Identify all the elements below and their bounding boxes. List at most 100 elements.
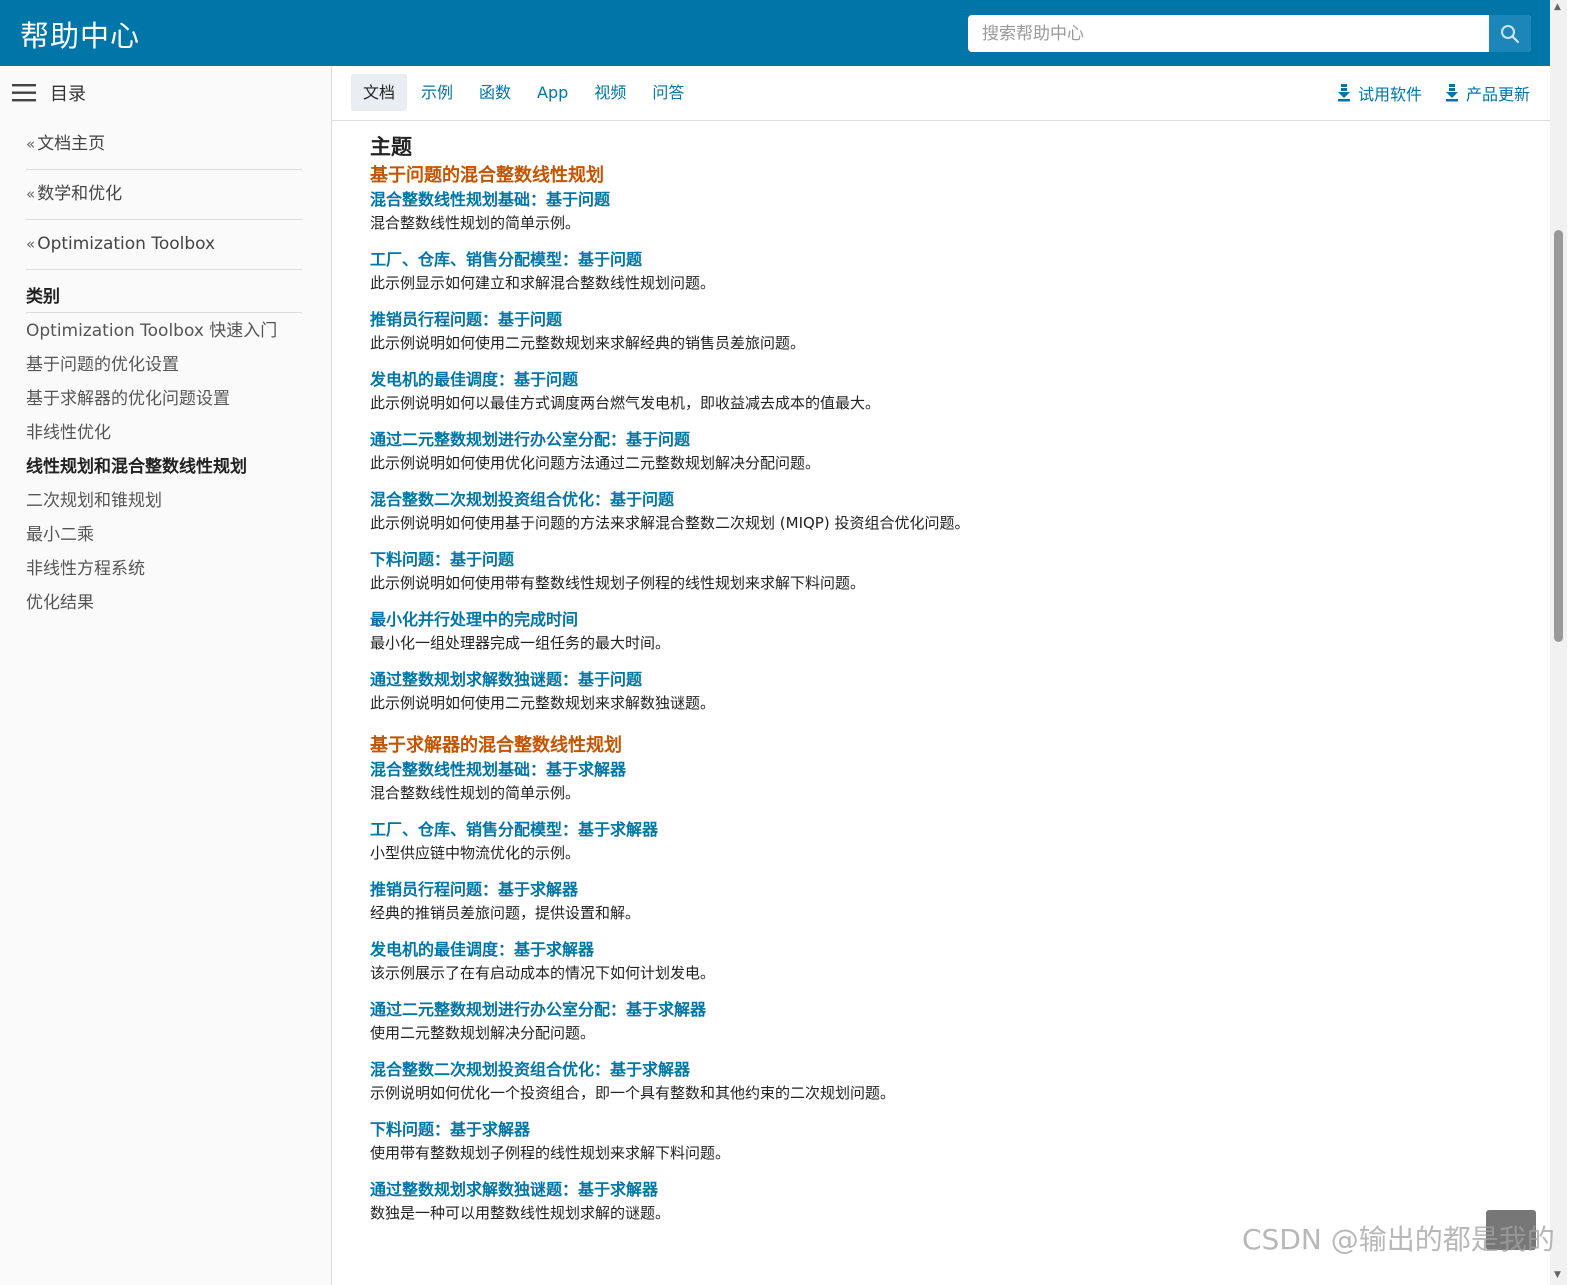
scroll-up-arrow-icon[interactable]: ▲	[1554, 2, 1561, 12]
category-list: Optimization Toolbox 快速入门 基于问题的优化设置 基于求解…	[26, 314, 277, 620]
trial-software-link[interactable]: 试用软件	[1337, 74, 1422, 111]
toc-label: 目录	[50, 84, 86, 105]
example-link[interactable]: 发电机的最佳调度：基于求解器	[370, 938, 1540, 962]
topic-group: 基于求解器的混合整数线性规划 混合整数线性规划基础：基于求解器混合整数线性规划的…	[370, 734, 1540, 1224]
category-item-nonlinear[interactable]: 非线性优化	[26, 416, 277, 450]
tab-examples[interactable]: 示例	[409, 74, 465, 111]
example-description: 示例说明如何优化一个投资组合，即一个具有整数和其他约束的二次规划问题。	[370, 1084, 896, 1102]
example-link[interactable]: 混合整数线性规划基础：基于求解器	[370, 758, 1540, 782]
example-description: 混合整数线性规划的简单示例。	[370, 214, 581, 232]
example-description: 此示例显示如何建立和求解混合整数线性规划问题。	[370, 274, 716, 292]
category-item-nonlinear-equations[interactable]: 非线性方程系统	[26, 552, 277, 586]
example-description: 此示例说明如何使用基于问题的方法来求解混合整数二次规划 (MIQP) 投资组合优…	[370, 514, 970, 532]
list-item: 通过二元整数规划进行办公室分配：基于问题此示例说明如何使用优化问题方法通过二元整…	[370, 428, 1540, 474]
search-box	[968, 15, 1531, 52]
example-description: 混合整数线性规划的简单示例。	[370, 784, 581, 802]
tab-apps[interactable]: App	[525, 74, 580, 111]
list-item: 发电机的最佳调度：基于求解器该示例展示了在有启动成本的情况下如何计划发电。	[370, 938, 1540, 984]
example-link[interactable]: 工厂、仓库、销售分配模型：基于求解器	[370, 818, 1540, 842]
category-heading: 类别	[26, 282, 302, 313]
list-item: 最小化并行处理中的完成时间最小化一组处理器完成一组任务的最大时间。	[370, 608, 1540, 654]
double-chevron-left-icon: «	[26, 135, 36, 153]
example-link[interactable]: 工厂、仓库、销售分配模型：基于问题	[370, 248, 1540, 272]
category-item-optimization-results[interactable]: 优化结果	[26, 586, 277, 620]
example-link[interactable]: 通过整数规划求解数独谜题：基于问题	[370, 668, 1540, 692]
breadcrumb-item-math-optimization[interactable]: «数学和优化	[26, 170, 302, 220]
tab-actions: 试用软件 产品更新	[1337, 74, 1530, 111]
category-item-quadratic-cone[interactable]: 二次规划和锥规划	[26, 484, 277, 518]
toc-toggle[interactable]: 目录	[12, 80, 86, 106]
tab-videos[interactable]: 视频	[582, 74, 638, 111]
download-icon	[1337, 83, 1350, 101]
tab-answers[interactable]: 问答	[640, 74, 696, 111]
list-item: 推销员行程问题：基于问题此示例说明如何使用二元整数规划来求解经典的销售员差旅问题…	[370, 308, 1540, 354]
double-chevron-left-icon: «	[26, 235, 36, 253]
list-item: 通过二元整数规划进行办公室分配：基于求解器使用二元整数规划解决分配问题。	[370, 998, 1540, 1044]
example-link[interactable]: 混合整数线性规划基础：基于问题	[370, 188, 1540, 212]
list-item: 推销员行程问题：基于求解器经典的推销员差旅问题，提供设置和解。	[370, 878, 1540, 924]
tab-functions[interactable]: 函数	[467, 74, 523, 111]
example-link[interactable]: 推销员行程问题：基于求解器	[370, 878, 1540, 902]
search-button[interactable]	[1489, 15, 1531, 52]
scroll-down-arrow-icon[interactable]: ▼	[1554, 1270, 1561, 1280]
example-link[interactable]: 下料问题：基于求解器	[370, 1118, 1540, 1142]
group-title[interactable]: 基于问题的混合整数线性规划	[370, 164, 1540, 188]
example-description: 该示例展示了在有启动成本的情况下如何计划发电。	[370, 964, 716, 982]
hamburger-menu-icon	[12, 84, 36, 102]
scrollbar-thumb[interactable]	[1554, 230, 1563, 642]
category-item-getting-started[interactable]: Optimization Toolbox 快速入门	[26, 314, 277, 348]
example-link[interactable]: 通过二元整数规划进行办公室分配：基于求解器	[370, 998, 1540, 1022]
tab-bar: 文档 示例 函数 App 视频 问答 试用软件 产品更新	[332, 66, 1550, 121]
tab-documentation[interactable]: 文档	[351, 74, 408, 111]
example-description: 小型供应链中物流优化的示例。	[370, 844, 581, 862]
category-item-linear-milp[interactable]: 线性规划和混合整数线性规划	[26, 450, 277, 484]
example-description: 此示例说明如何使用优化问题方法通过二元整数规划解决分配问题。	[370, 454, 821, 472]
example-description: 此示例说明如何使用二元整数规划来求解数独谜题。	[370, 694, 716, 712]
example-link[interactable]: 推销员行程问题：基于问题	[370, 308, 1540, 332]
list-item: 工厂、仓库、销售分配模型：基于问题此示例显示如何建立和求解混合整数线性规划问题。	[370, 248, 1540, 294]
breadcrumb-item-optimization-toolbox[interactable]: «Optimization Toolbox	[26, 220, 302, 270]
list-item: 混合整数线性规划基础：基于问题混合整数线性规划的简单示例。	[370, 188, 1540, 234]
category-item-problem-based-setup[interactable]: 基于问题的优化设置	[26, 348, 277, 382]
list-item: 下料问题：基于问题此示例说明如何使用带有整数线性规划子例程的线性规划来求解下料问…	[370, 548, 1540, 594]
tab-list: 文档 示例 函数 App 视频 问答	[351, 74, 698, 111]
page-scrollbar[interactable]: ▲ ▼	[1550, 0, 1567, 1285]
csdn-watermark: CSDN @输出的都是我的	[1242, 1223, 1555, 1256]
list-item: 通过整数规划求解数独谜题：基于问题此示例说明如何使用二元整数规划来求解数独谜题。	[370, 668, 1540, 714]
breadcrumb-item-doc-home[interactable]: «文档主页	[26, 120, 302, 170]
example-link[interactable]: 混合整数二次规划投资组合优化：基于求解器	[370, 1058, 1540, 1082]
example-link[interactable]: 混合整数二次规划投资组合优化：基于问题	[370, 488, 1540, 512]
topic-group: 基于问题的混合整数线性规划 混合整数线性规划基础：基于问题混合整数线性规划的简单…	[370, 164, 1540, 714]
example-description: 此示例说明如何使用二元整数规划来求解经典的销售员差旅问题。	[370, 334, 806, 352]
example-description: 使用带有整数规划子例程的线性规划来求解下料问题。	[370, 1144, 731, 1162]
topic-title: 主题	[370, 135, 412, 159]
example-description: 最小化一组处理器完成一组任务的最大时间。	[370, 634, 671, 652]
group-title[interactable]: 基于求解器的混合整数线性规划	[370, 734, 1540, 758]
example-description: 此示例说明如何使用带有整数线性规划子例程的线性规划来求解下料问题。	[370, 574, 866, 592]
category-item-least-squares[interactable]: 最小二乘	[26, 518, 277, 552]
category-item-solver-based-setup[interactable]: 基于求解器的优化问题设置	[26, 382, 277, 416]
breadcrumb: «文档主页 «数学和优化 «Optimization Toolbox	[26, 120, 302, 270]
search-input[interactable]	[968, 15, 1488, 52]
example-link[interactable]: 通过二元整数规划进行办公室分配：基于问题	[370, 428, 1540, 452]
sidebar: 目录 «文档主页 «数学和优化 «Optimization Toolbox 类别…	[0, 66, 332, 1285]
download-icon	[1445, 83, 1458, 101]
list-item: 混合整数二次规划投资组合优化：基于问题此示例说明如何使用基于问题的方法来求解混合…	[370, 488, 1540, 534]
example-link[interactable]: 最小化并行处理中的完成时间	[370, 608, 1540, 632]
main-content: 主题 基于问题的混合整数线性规划 混合整数线性规划基础：基于问题 混合整数线性规划…	[370, 122, 1540, 1285]
search-icon	[1501, 24, 1520, 43]
example-description: 经典的推销员差旅问题，提供设置和解。	[370, 904, 641, 922]
example-link[interactable]: 通过整数规划求解数独谜题：基于求解器	[370, 1178, 1540, 1202]
product-updates-link[interactable]: 产品更新	[1445, 74, 1530, 111]
example-link[interactable]: 下料问题：基于问题	[370, 548, 1540, 572]
example-description: 此示例说明如何以最佳方式调度两台燃气发电机，即收益减去成本的值最大。	[370, 394, 881, 412]
list-item: 工厂、仓库、销售分配模型：基于求解器小型供应链中物流优化的示例。	[370, 818, 1540, 864]
example-description: 使用二元整数规划解决分配问题。	[370, 1024, 596, 1042]
example-link[interactable]: 发电机的最佳调度：基于问题	[370, 368, 1540, 392]
list-item: 混合整数线性规划基础：基于求解器混合整数线性规划的简单示例。	[370, 758, 1540, 804]
list-item: 下料问题：基于求解器使用带有整数规划子例程的线性规划来求解下料问题。	[370, 1118, 1540, 1164]
header-bar: 帮助中心	[0, 0, 1550, 66]
help-center-title[interactable]: 帮助中心	[20, 13, 140, 55]
list-item: 发电机的最佳调度：基于问题此示例说明如何以最佳方式调度两台燃气发电机，即收益减去…	[370, 368, 1540, 414]
double-chevron-left-icon: «	[26, 185, 36, 203]
